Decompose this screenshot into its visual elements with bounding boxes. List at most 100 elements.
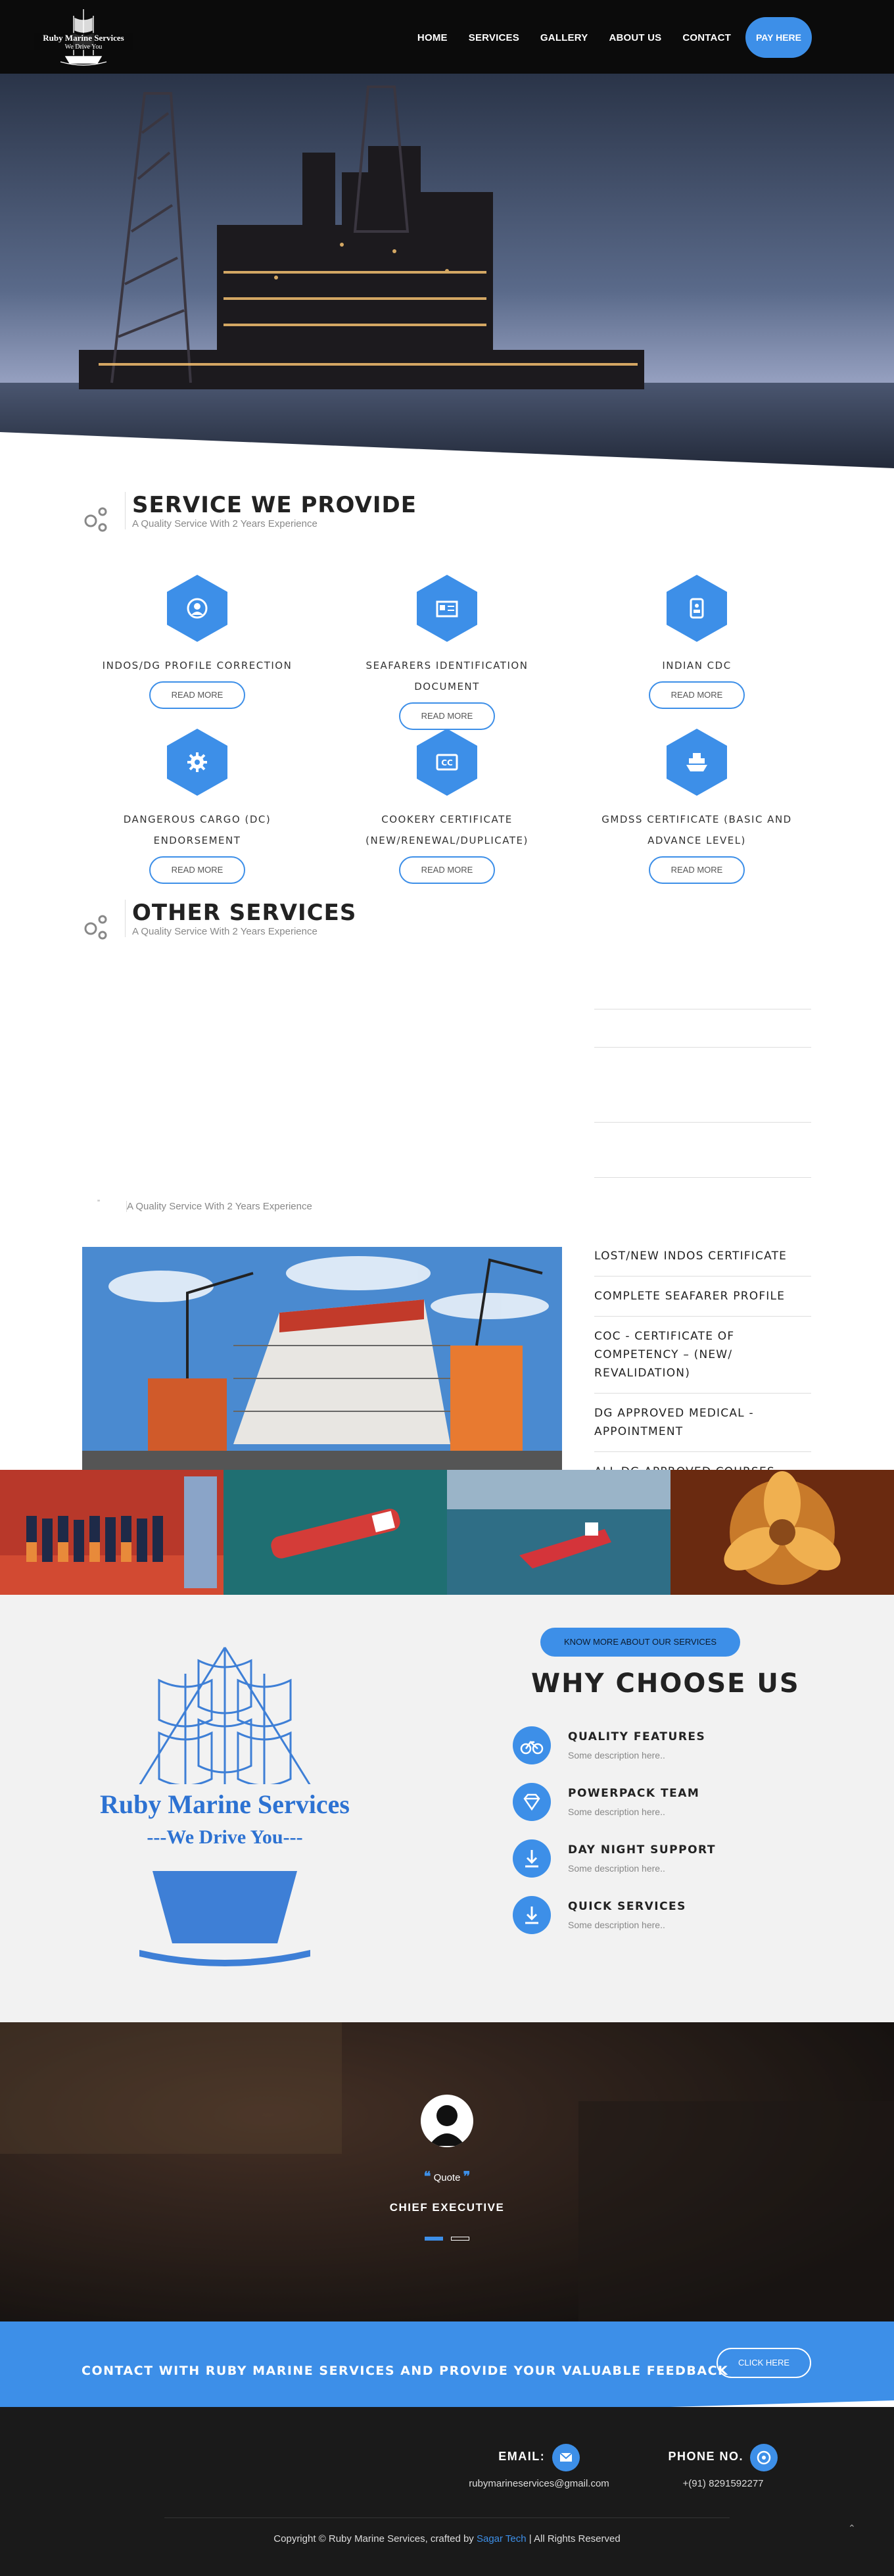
service-card: INDOS/DG PROFILE CORRECTION READ MORE	[99, 573, 296, 709]
footer: EMAIL: rubymarineservices@gmail.com PHON…	[0, 2407, 894, 2576]
badge-icon	[665, 573, 728, 643]
service-card: SEAFARERS IDENTIFICATION DOCUMENT READ MO…	[348, 573, 546, 730]
site-header: Ruby Marine Services We Drive You HOME S…	[0, 0, 894, 74]
quote-close-icon: ❞	[463, 2170, 471, 2184]
gears-icon	[84, 915, 107, 940]
services-title: SERVICE WE PROVIDE	[125, 492, 417, 518]
divider	[594, 1122, 811, 1123]
read-more-button[interactable]: READ MORE	[149, 681, 245, 709]
site-logo[interactable]: Ruby Marine Services We Drive You	[34, 4, 133, 70]
sagar-tech-link[interactable]: Sagar Tech	[477, 2533, 527, 2544]
feature-desc: Some description here..	[568, 1750, 665, 1761]
shipyard-image	[82, 1247, 562, 1470]
service-title: DANGEROUS CARGO (DC) ENDORSEMENT	[123, 814, 271, 846]
copyright-suffix: | All Rights Reserved	[526, 2533, 621, 2544]
other-service-item[interactable]: COMPLETE SEAFARER PROFILE	[594, 1276, 811, 1317]
read-more-button[interactable]: READ MORE	[649, 856, 745, 884]
gallery-image-tanker-aerial[interactable]	[224, 1470, 447, 1595]
nav-about[interactable]: ABOUT US	[598, 32, 672, 43]
gear-icon	[166, 727, 229, 797]
why-title: WHY CHOOSE US	[531, 1668, 800, 1699]
feature-item: QUICK SERVICES Some description here..	[513, 1896, 686, 1934]
testimonial-quote: ❝ Quote ❞	[0, 2168, 894, 2185]
why-logo-title: Ruby Marine Services	[100, 1789, 350, 1819]
pay-here-button[interactable]: PAY HERE	[745, 17, 812, 58]
read-more-button[interactable]: READ MORE	[649, 681, 745, 709]
svg-text:CC: CC	[441, 758, 453, 767]
divider	[594, 1047, 811, 1048]
service-title: COOKERY CERTIFICATE (NEW/RENEWAL/DUPLICA…	[365, 814, 529, 846]
ruby-marine-ship-logo: Ruby Marine Services ---We Drive You---	[80, 1634, 369, 1976]
phone-label: PHONE NO.	[668, 2450, 744, 2464]
feature-item: POWERPACK TEAM Some description here..	[513, 1783, 699, 1821]
other-service-item[interactable]: LOST/NEW INDOS CERTIFICATE	[594, 1236, 811, 1276]
nav-contact[interactable]: CONTACT	[672, 32, 741, 43]
service-card: GMDSS CERTIFICATE (BASIC AND ADVANCE LEV…	[598, 727, 795, 884]
hero-image-oil-rig	[0, 74, 894, 468]
avatar	[421, 2095, 473, 2147]
page: Ruby Marine Services We Drive You HOME S…	[0, 0, 894, 2576]
quote-mark-icon: ”	[97, 1198, 100, 1207]
feature-title: QUALITY FEATURES	[568, 1730, 706, 1743]
feature-desc: Some description here..	[568, 1863, 665, 1874]
email-value[interactable]: rubymarineservices@gmail.com	[460, 2478, 618, 2489]
read-more-button[interactable]: READ MORE	[399, 702, 495, 730]
scroll-top-icon[interactable]: ⌃	[848, 2523, 856, 2534]
service-title: INDOS/DG PROFILE CORRECTION	[102, 660, 293, 671]
contact-band-text: CONTACT WITH RUBY MARINE SERVICES AND PR…	[82, 2364, 729, 2378]
feature-title: POWERPACK TEAM	[568, 1787, 700, 1800]
click-here-button[interactable]: CLICK HERE	[717, 2348, 811, 2378]
testimonial-author: CHIEF EXECUTIVE	[389, 2201, 505, 2214]
phone-value[interactable]: +(91) 8291592277	[657, 2478, 789, 2489]
why-logo-tagline: ---We Drive You---	[147, 1826, 302, 1848]
testimonial-section: ❝ Quote ❞ CHIEF EXECUTIVE	[0, 2022, 894, 2331]
nav-gallery[interactable]: GALLERY	[530, 32, 599, 43]
logo-title: Ruby Marine Services	[43, 33, 124, 43]
feature-item: DAY NIGHT SUPPORT Some description here..	[513, 1839, 716, 1878]
slider-dot-active[interactable]	[425, 2237, 443, 2241]
other-services-subtitle: A Quality Service With 2 Years Experienc…	[125, 926, 356, 937]
other-service-item[interactable]: COC - CERTIFICATE OF COMPETENCY – (NEW/ …	[594, 1317, 811, 1394]
services-header: SERVICE WE PROVIDE A Quality Service Wit…	[80, 492, 417, 534]
footer-email: EMAIL: rubymarineservices@gmail.com	[460, 2444, 618, 2489]
feature-title: QUICK SERVICES	[568, 1900, 686, 1913]
copyright-text: Copyright © Ruby Marine Services, crafte…	[273, 2533, 477, 2544]
service-card: CC COOKERY CERTIFICATE (NEW/RENEWAL/DUPLI…	[348, 727, 546, 884]
other-services-header: OTHER SERVICES A Quality Service With 2 …	[80, 900, 356, 942]
nav-services[interactable]: SERVICES	[458, 32, 530, 43]
other-services-title: OTHER SERVICES	[125, 900, 356, 926]
other-services-list: LOST/NEW INDOS CERTIFICATE COMPLETE SEAFA…	[594, 1236, 811, 1492]
copyright: Copyright © Ruby Marine Services, crafte…	[0, 2533, 894, 2544]
other-service-item[interactable]: DG APPROVED MEDICAL - APPOINTMENT	[594, 1394, 811, 1452]
nav-home[interactable]: HOME	[407, 32, 458, 43]
bicycle-icon	[513, 1726, 551, 1764]
diamond-icon	[513, 1783, 551, 1821]
service-title: GMDSS CERTIFICATE (BASIC AND ADVANCE LEV…	[601, 814, 792, 846]
gears-icon	[84, 507, 107, 532]
quote-open-icon: ❝	[423, 2170, 431, 2184]
slider-dot[interactable]	[451, 2237, 469, 2241]
know-more-button[interactable]: KNOW MORE ABOUT OUR SERVICES	[540, 1628, 740, 1657]
gallery-image-tanker-sea[interactable]	[447, 1470, 670, 1595]
hero-banner	[0, 74, 894, 468]
service-title: SEAFARERS IDENTIFICATION DOCUMENT	[365, 660, 529, 693]
read-more-button[interactable]: READ MORE	[399, 856, 495, 884]
services-subtitle: A Quality Service With 2 Years Experienc…	[125, 518, 417, 529]
gallery-image-propeller[interactable]	[670, 1470, 894, 1595]
download-icon	[513, 1896, 551, 1934]
service-card: DANGEROUS CARGO (DC) ENDORSEMENT READ MOR…	[99, 727, 296, 884]
gallery-image-crew[interactable]	[0, 1470, 224, 1595]
feature-desc: Some description here..	[568, 1920, 665, 1930]
service-card: INDIAN CDC READ MORE	[598, 573, 795, 709]
feature-item: QUALITY FEATURES Some description here..	[513, 1726, 705, 1764]
why-choose-section: Ruby Marine Services ---We Drive You--- …	[0, 1595, 894, 2022]
gallery-strip	[0, 1470, 894, 1595]
feature-title: DAY NIGHT SUPPORT	[568, 1843, 716, 1857]
envelope-icon	[552, 2444, 580, 2471]
cc-icon: CC	[415, 727, 479, 797]
feature-desc: Some description here..	[568, 1807, 665, 1817]
download-icon	[513, 1839, 551, 1878]
footer-phone: PHONE NO. +(91) 8291592277	[657, 2444, 789, 2489]
divider	[594, 1177, 811, 1178]
read-more-button[interactable]: READ MORE	[149, 856, 245, 884]
